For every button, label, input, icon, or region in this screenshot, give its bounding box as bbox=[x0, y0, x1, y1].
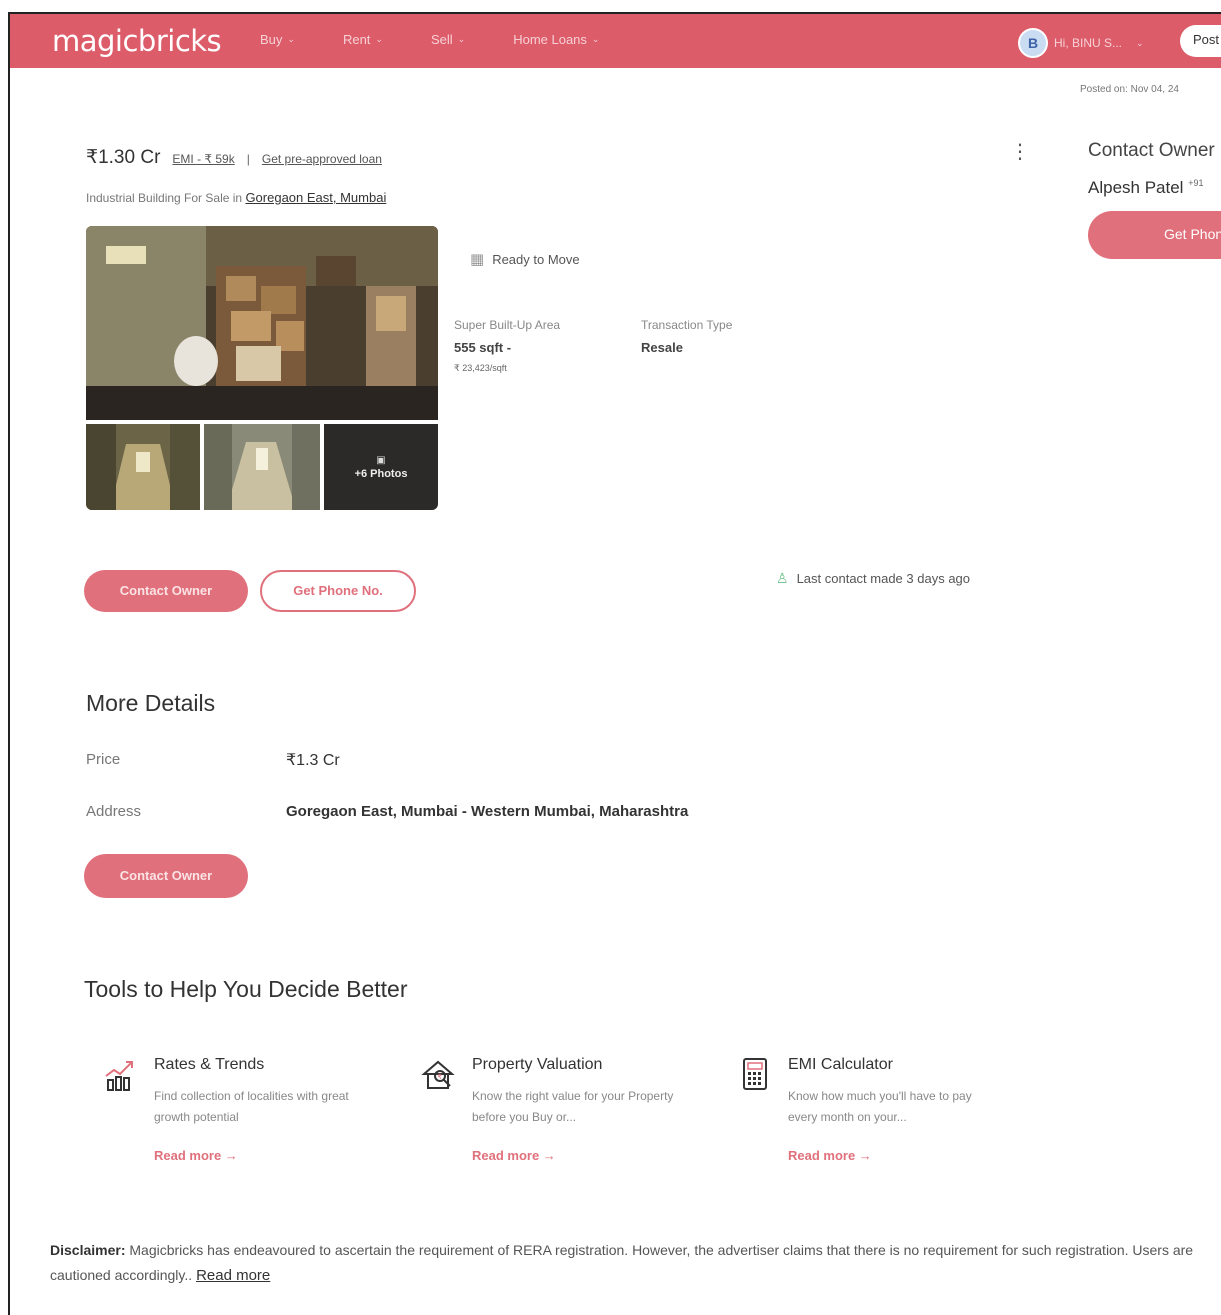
price-line: ₹1.30 Cr EMI - ₹ 59k | Get pre-approved … bbox=[86, 146, 382, 169]
corridor-photo bbox=[204, 424, 320, 510]
more-photos-count: +6 Photos bbox=[354, 467, 408, 480]
tool-card-rates-trends[interactable]: Rates & Trends Find collection of locali… bbox=[94, 1046, 394, 1172]
emi-link[interactable]: EMI - ₹ 59k bbox=[172, 152, 234, 166]
corridor-photo bbox=[86, 424, 200, 510]
nav-buy[interactable]: Buy ⌄ bbox=[260, 32, 295, 47]
price: ₹1.30 Cr bbox=[86, 147, 161, 168]
emi-calculator-icon bbox=[743, 1058, 767, 1090]
area-label: Super Built-Up Area bbox=[454, 318, 561, 332]
post-property-button[interactable]: Post bbox=[1180, 25, 1221, 57]
more-options-icon[interactable]: ⋮ bbox=[1010, 142, 1030, 162]
property-type-text: Industrial Building For Sale in bbox=[86, 191, 243, 205]
listing-subtitle: Industrial Building For Sale in Goregaon… bbox=[86, 190, 386, 205]
tools-heading: Tools to Help You Decide Better bbox=[84, 976, 408, 1002]
last-contact-text: Last contact made 3 days ago bbox=[796, 571, 971, 586]
get-phone-button[interactable]: Get Phone No. bbox=[260, 570, 416, 612]
nav-home-loans[interactable]: Home Loans ⌄ bbox=[513, 32, 599, 47]
last-contact-info: ♙ Last contact made 3 days ago bbox=[776, 570, 970, 587]
tool-description: Know the right value for your Property b… bbox=[472, 1089, 674, 1124]
possession-status-text: Ready to Move bbox=[492, 251, 580, 267]
disclaimer-label: Disclaimer: bbox=[50, 1242, 126, 1258]
chevron-down-icon: ⌄ bbox=[375, 34, 383, 44]
contact-card-title: Contact Owner bbox=[1088, 140, 1215, 161]
posted-on-date: Posted on: Nov 04, 24 bbox=[1080, 84, 1179, 95]
nav-sell[interactable]: Sell ⌄ bbox=[431, 32, 465, 47]
tool-title: EMI Calculator bbox=[788, 1056, 893, 1073]
chevron-down-icon: ⌄ bbox=[457, 34, 466, 44]
person-icon: ♙ bbox=[776, 570, 789, 586]
contact-owner-button[interactable]: Contact Owner bbox=[84, 570, 248, 612]
user-greeting: Hi, BINU S... bbox=[1054, 36, 1123, 50]
tool-read-more-link[interactable]: Read more → bbox=[472, 1148, 556, 1163]
detail-label-address: Address bbox=[86, 803, 142, 820]
user-menu[interactable]: B Hi, BINU S... ⌄ bbox=[1018, 28, 1144, 58]
camera-icon: ▣ bbox=[376, 454, 386, 466]
tool-title: Rates & Trends bbox=[154, 1056, 265, 1073]
more-photos-tile[interactable]: ▣ +6 Photos bbox=[324, 424, 438, 510]
tool-title: Property Valuation bbox=[472, 1056, 603, 1073]
tool-read-more-link[interactable]: Read more → bbox=[154, 1148, 238, 1163]
contact-owner-button-2[interactable]: Contact Owner bbox=[84, 854, 248, 898]
chevron-down-icon: ⌄ bbox=[591, 34, 600, 44]
thumbnail-photo-1[interactable] bbox=[86, 424, 200, 510]
tool-description: Find collection of localities with great… bbox=[154, 1089, 349, 1124]
possession-status: ▦ Ready to Move bbox=[470, 250, 580, 268]
owner-name: Alpesh Patel +91 bbox=[1088, 178, 1203, 198]
main-property-photo[interactable] bbox=[86, 226, 438, 420]
detail-label-price: Price bbox=[86, 751, 121, 768]
top-nav-bar: magicbricks Buy ⌄ Rent ⌄ Sell ⌄ Home Loans ⌄… bbox=[10, 14, 1221, 68]
warehouse-photo bbox=[86, 226, 438, 420]
transaction-value: Resale bbox=[641, 340, 683, 355]
nav-sell-label: Sell bbox=[430, 32, 453, 47]
main-nav: Buy ⌄ Rent ⌄ Sell ⌄ Home Loans ⌄ bbox=[260, 32, 647, 47]
location-link[interactable]: Goregaon East, Mumbai bbox=[245, 190, 386, 205]
nav-home-loans-label: Home Loans bbox=[513, 32, 587, 47]
svg-text:₹: ₹ bbox=[438, 1073, 443, 1081]
nav-rent[interactable]: Rent ⌄ bbox=[343, 32, 383, 47]
nav-buy-label: Buy bbox=[260, 32, 283, 47]
tool-read-more-link[interactable]: Read more → bbox=[788, 1148, 872, 1163]
nav-rent-label: Rent bbox=[342, 32, 371, 47]
building-icon: ▦ bbox=[470, 251, 485, 268]
area-value: 555 sqft - bbox=[454, 340, 512, 355]
chevron-down-icon: ⌄ bbox=[287, 34, 295, 44]
disclaimer-read-more-link[interactable]: Read more bbox=[196, 1267, 270, 1284]
property-valuation-icon: ₹ bbox=[421, 1060, 455, 1089]
more-details-heading: More Details bbox=[86, 690, 216, 716]
rates-trends-icon bbox=[105, 1061, 133, 1091]
thumbnail-photo-2[interactable] bbox=[204, 424, 320, 510]
detail-value-price: ₹1.3 Cr bbox=[286, 752, 340, 769]
magicbricks-logo[interactable]: magicbricks bbox=[52, 24, 222, 58]
separator: | bbox=[246, 152, 250, 166]
tool-description: Know how much you'll have to pay every m… bbox=[788, 1089, 972, 1124]
get-phone-button-side[interactable]: Get Phone No. bbox=[1088, 211, 1221, 259]
owner-name-text: Alpesh Patel bbox=[1088, 178, 1184, 197]
avatar: B bbox=[1018, 28, 1048, 58]
transaction-label: Transaction Type bbox=[641, 318, 733, 332]
area-rate: ₹ 23,423/sqft bbox=[454, 363, 507, 373]
tool-card-emi-calculator[interactable]: EMI Calculator Know how much you'll have… bbox=[728, 1046, 1028, 1172]
disclaimer: Disclaimer: Magicbricks has endeavoured … bbox=[50, 1238, 1221, 1288]
preapproved-loan-link[interactable]: Get pre-approved loan bbox=[262, 152, 382, 166]
owner-phone-prefix: +91 bbox=[1188, 178, 1204, 188]
tool-card-property-valuation[interactable]: ₹ Property Valuation Know the right valu… bbox=[412, 1046, 712, 1172]
chevron-down-icon: ⌄ bbox=[1136, 37, 1144, 48]
detail-value-address: Goregaon East, Mumbai - Western Mumbai, … bbox=[286, 803, 689, 820]
